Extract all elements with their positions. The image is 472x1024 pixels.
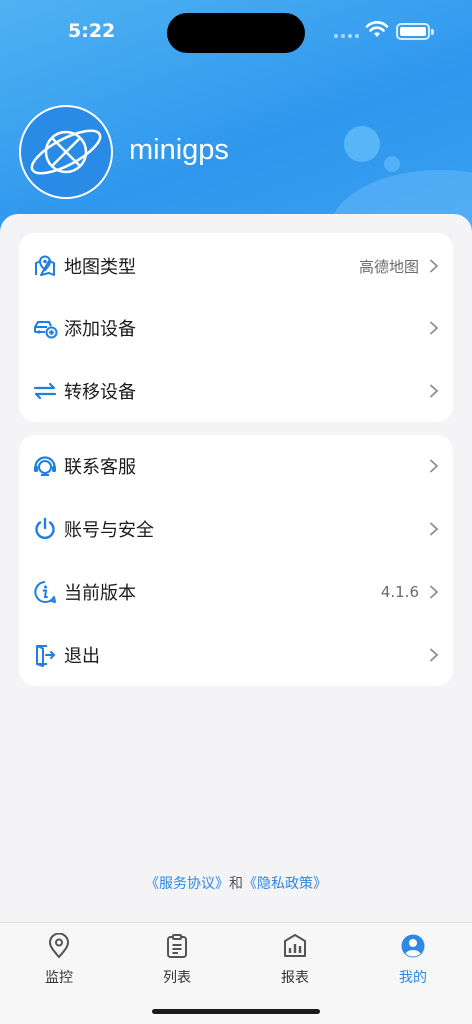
chevron-right-icon [430, 522, 439, 536]
menu-item-logout[interactable]: 退出 [19, 624, 453, 686]
menu-item-transfer-device[interactable]: 转移设备 [19, 360, 453, 422]
menu-item-customer-service[interactable]: 联系客服 [19, 435, 453, 497]
chevron-right-icon [430, 585, 439, 599]
home-indicator[interactable] [152, 1009, 320, 1014]
car-add-icon [34, 321, 58, 339]
menu-item-label: 添加设备 [64, 319, 136, 340]
agreement-links: 《服务协议》和《隐私政策》 [0, 873, 472, 893]
wifi-icon [365, 21, 389, 37]
menu-item-label: 地图类型 [64, 257, 136, 278]
decor-bubble [344, 126, 380, 162]
tab-list[interactable]: 列表 [118, 931, 236, 991]
exit-icon [36, 645, 56, 667]
chevron-right-icon [430, 321, 439, 335]
battery-icon [396, 23, 434, 40]
app-logo-avatar[interactable] [19, 105, 113, 199]
transfer-arrows-icon [33, 382, 57, 400]
info-icon [34, 581, 56, 603]
tab-reports[interactable]: 报表 [236, 931, 354, 991]
menu-item-label: 转移设备 [64, 382, 136, 403]
bar-chart-icon [284, 934, 306, 957]
service-agreement-link[interactable]: 《服务协议》 [145, 876, 229, 892]
chevron-right-icon [430, 459, 439, 473]
chevron-right-icon [430, 259, 439, 273]
tab-label: 监控 [45, 970, 73, 986]
menu-item-account-security[interactable]: 账号与安全 [19, 498, 453, 560]
tab-monitor[interactable]: 监控 [0, 931, 118, 991]
user-circle-icon [401, 934, 425, 958]
clipboard-list-icon [167, 934, 187, 958]
tab-label: 报表 [281, 970, 309, 986]
menu-item-label: 退出 [64, 646, 100, 667]
status-bar: 5:22 [0, 0, 472, 64]
decor-bubble [384, 156, 400, 172]
menu-item-current-version[interactable]: 当前版本 4.1.6 [19, 561, 453, 623]
headset-icon [34, 456, 56, 476]
location-pin-icon [48, 933, 70, 959]
menu-item-label: 账号与安全 [64, 520, 154, 541]
version-value: 4.1.6 [380, 583, 419, 601]
tab-label: 列表 [163, 970, 191, 986]
map-pin-icon [35, 255, 55, 276]
menu-item-add-device[interactable]: 添加设备 [19, 297, 453, 359]
chevron-right-icon [430, 648, 439, 662]
menu-item-map-type[interactable]: 地图类型 高德地图 [19, 235, 453, 297]
globe-orbit-icon [30, 129, 102, 175]
menu-item-label: 联系客服 [64, 457, 136, 478]
tab-label: 我的 [399, 970, 427, 986]
tab-mine[interactable]: 我的 [354, 931, 472, 991]
dynamic-island [167, 13, 305, 53]
power-icon [35, 517, 55, 540]
privacy-policy-link[interactable]: 《隐私政策》 [243, 876, 327, 892]
settings-card-primary: 地图类型 高德地图 添加设备 转移设备 [19, 233, 453, 422]
status-time: 5:22 [68, 20, 116, 42]
menu-item-value: 高德地图 [358, 257, 419, 276]
cellular-signal-icon [334, 34, 359, 38]
agreement-connector: 和 [229, 876, 243, 892]
settings-card-secondary: 联系客服 账号与安全 当前版本 4.1.6 退出 [19, 435, 453, 686]
chevron-right-icon [430, 384, 439, 398]
menu-item-label: 当前版本 [64, 583, 136, 604]
app-name: minigps [129, 134, 229, 166]
